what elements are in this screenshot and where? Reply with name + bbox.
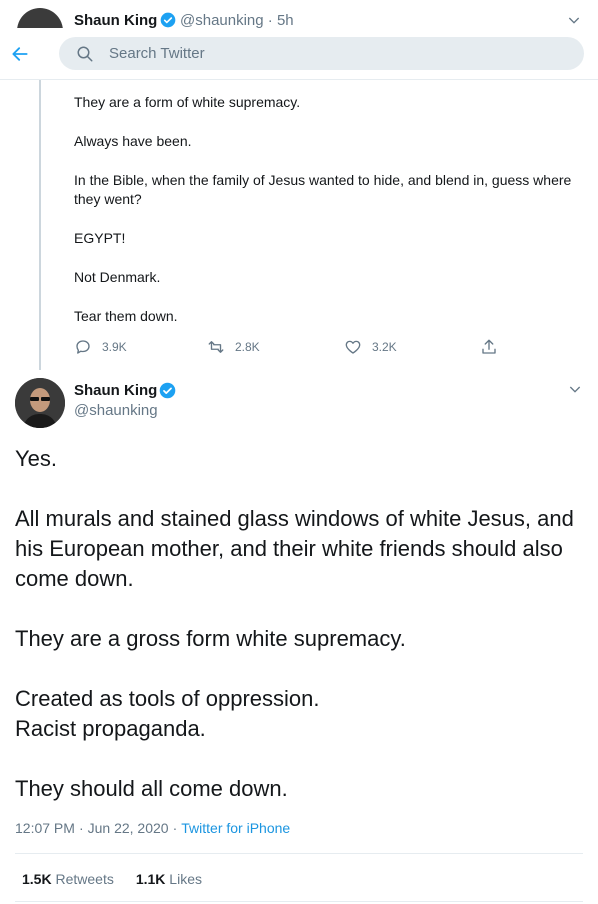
- tweet-paragraph: They are a gross form white supremacy.: [15, 626, 406, 651]
- avatar[interactable]: [17, 8, 63, 28]
- chevron-down-icon[interactable]: [567, 381, 583, 397]
- reply-icon: [76, 340, 90, 354]
- tweet-actions: 3.9K 2.8K 3.2K: [74, 338, 514, 358]
- separator-dot: ·: [172, 820, 178, 836]
- tweet-paragraph: Yes.: [15, 446, 58, 471]
- avatar[interactable]: [15, 378, 65, 428]
- retweets-count: 1.5K: [22, 871, 52, 887]
- profile-photo: [15, 378, 65, 428]
- back-arrow-icon[interactable]: [10, 44, 30, 64]
- share-button[interactable]: [480, 338, 508, 356]
- search-input[interactable]: Search Twitter: [59, 37, 584, 70]
- tweet-paragraph: Created as tools of oppression. Racist p…: [15, 686, 320, 741]
- verified-badge-icon: [160, 12, 176, 28]
- retweets-label: Retweets: [55, 871, 114, 887]
- tweet-paragraph: Not Denmark.: [74, 269, 161, 285]
- separator-dot: ·: [78, 820, 84, 836]
- collapsed-tweet-header: Shaun King @shaunking · 5h: [0, 0, 598, 28]
- reply-count: 3.9K: [102, 340, 127, 354]
- reply-button[interactable]: 3.9K: [74, 338, 127, 356]
- search-icon: [77, 46, 93, 61]
- like-button[interactable]: 3.2K: [344, 338, 397, 356]
- tweet-source-link[interactable]: Twitter for iPhone: [181, 820, 290, 836]
- parent-tweet-text: They are a form of white supremacy. Alwa…: [74, 93, 574, 346]
- likes-stat[interactable]: 1.1K Likes: [136, 871, 202, 887]
- tweet-paragraph: Tear them down.: [74, 308, 178, 324]
- tweet-paragraph: EGYPT!: [74, 230, 126, 246]
- heart-icon: [345, 340, 361, 354]
- divider: [15, 853, 583, 854]
- divider: [15, 901, 583, 902]
- chevron-down-icon[interactable]: [566, 12, 582, 28]
- author-handle[interactable]: @shaunking: [74, 402, 158, 419]
- author-handle-time[interactable]: @shaunking · 5h: [180, 12, 294, 28]
- author-name[interactable]: Shaun King: [74, 12, 157, 28]
- tweet-paragraph: All murals and stained glass windows of …: [15, 506, 574, 591]
- likes-count: 1.1K: [135, 871, 166, 887]
- share-icon: [482, 339, 496, 354]
- tweet-paragraph: In the Bible, when the family of Jesus w…: [74, 172, 572, 207]
- tweet-paragraph: Always have been.: [74, 133, 192, 149]
- divider: [0, 79, 598, 80]
- search-placeholder: Search Twitter: [109, 45, 205, 62]
- tweet-paragraph: They should all come down.: [15, 776, 288, 801]
- tweet-stats: 1.5K Retweets 1.1K Likes: [22, 871, 202, 887]
- author-name[interactable]: Shaun King: [74, 382, 157, 399]
- top-bar: Shaun King @shaunking · 5h Search Twitte…: [0, 0, 598, 80]
- tweet-text: Yes. All murals and stained glass window…: [15, 444, 585, 834]
- likes-label: Likes: [169, 871, 202, 887]
- thread-line: [39, 80, 41, 370]
- tweet-timestamp: 12:07 PM · Jun 22, 2020 · Twitter for iPhone: [15, 820, 290, 836]
- verified-badge-icon: [159, 382, 176, 399]
- tweet-time[interactable]: 12:07 PM: [15, 820, 75, 836]
- tweet-paragraph: They are a form of white supremacy.: [74, 94, 301, 110]
- retweet-icon: [208, 341, 224, 353]
- tweet-date[interactable]: Jun 22, 2020: [88, 820, 169, 836]
- retweet-count: 2.8K: [235, 340, 260, 354]
- retweet-button[interactable]: 2.8K: [207, 338, 260, 356]
- retweets-stat[interactable]: 1.5K Retweets: [22, 871, 114, 887]
- like-count: 3.2K: [372, 340, 397, 354]
